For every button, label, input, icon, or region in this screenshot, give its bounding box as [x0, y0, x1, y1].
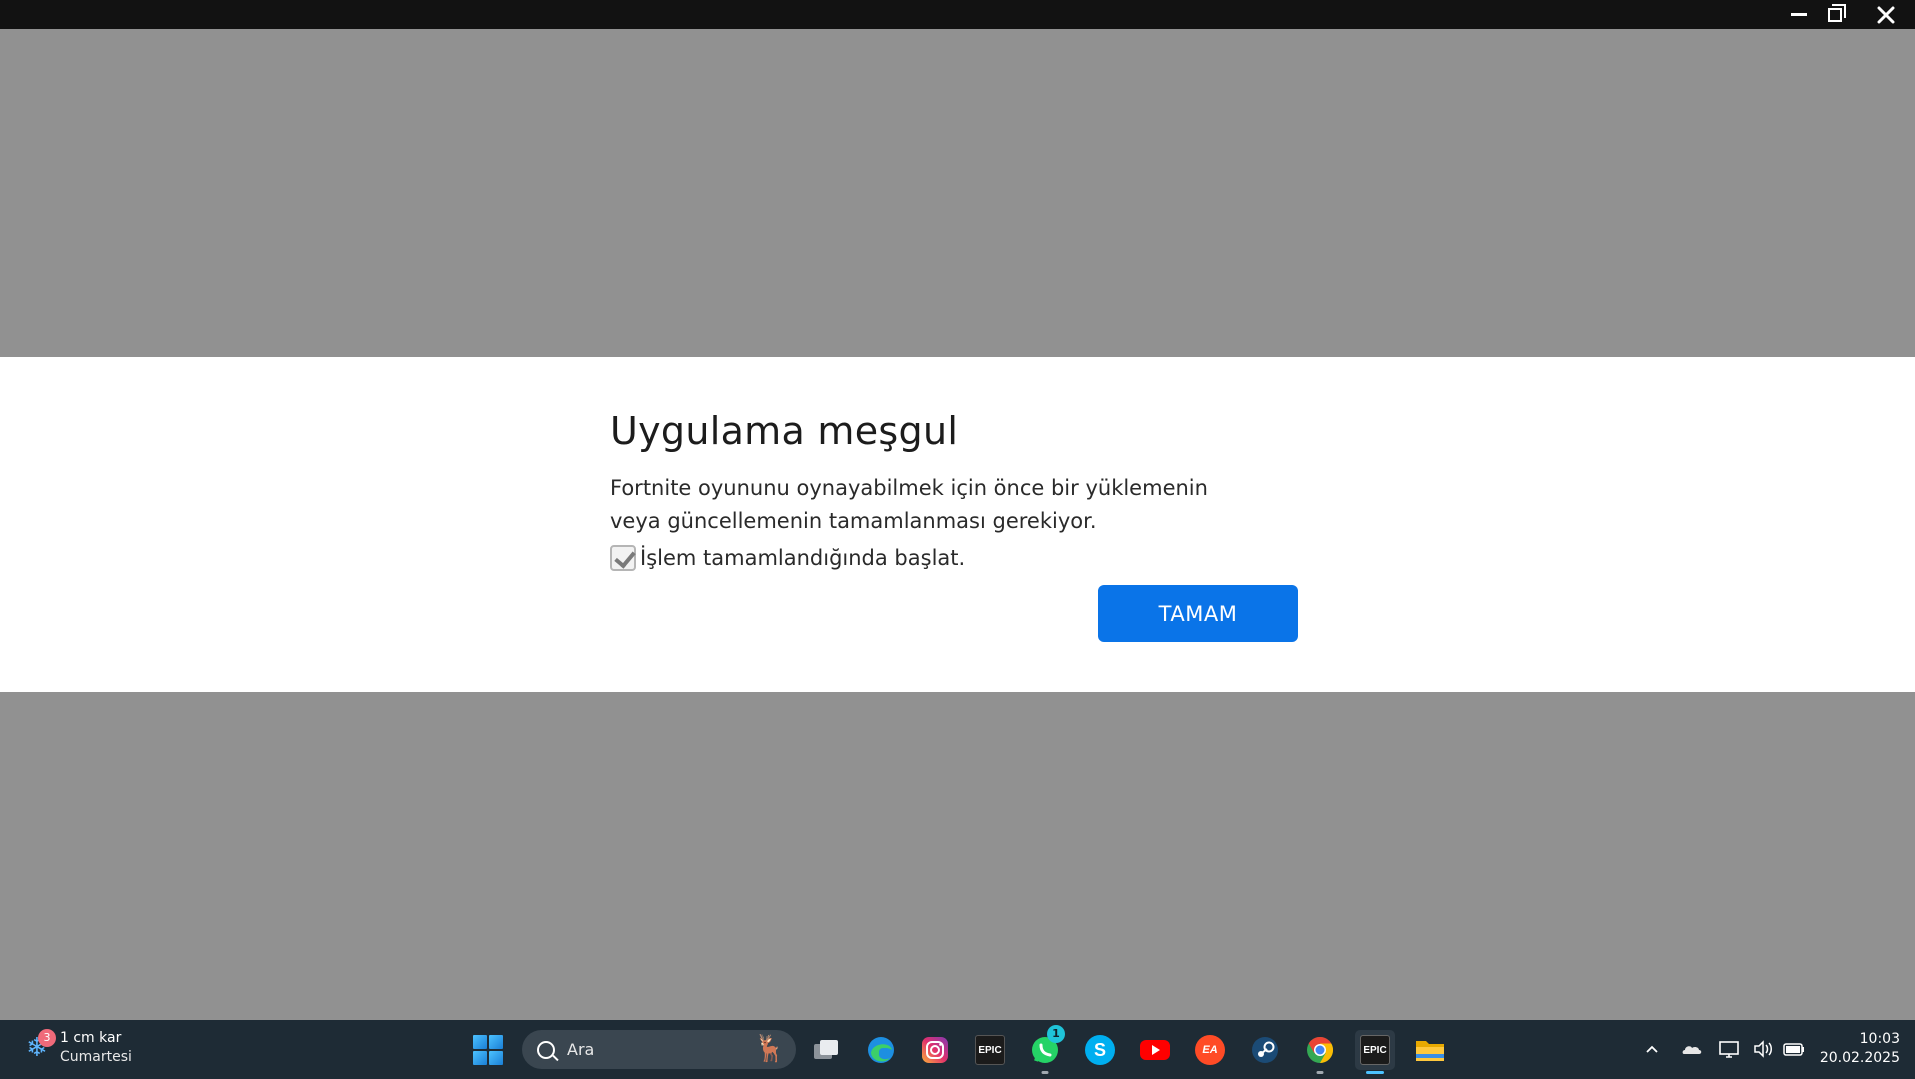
- restore-button[interactable]: [1817, 0, 1853, 29]
- chevron-up-icon: [1646, 1045, 1658, 1053]
- clock-time: 10:03: [1859, 1031, 1900, 1047]
- chrome-icon: [1307, 1036, 1334, 1064]
- launch-when-done-option[interactable]: İşlem tamamlandığında başlat.: [610, 545, 965, 571]
- close-button[interactable]: [1866, 0, 1906, 29]
- show-hidden-icons-button[interactable]: [1644, 1034, 1660, 1074]
- running-indicator: [1366, 1071, 1384, 1074]
- search-placeholder: Ara: [567, 1040, 595, 1059]
- taskbar-app-file-explorer[interactable]: [1410, 1030, 1450, 1070]
- youtube-icon: [1140, 1040, 1170, 1060]
- clock-date: 20.02.2025: [1819, 1050, 1900, 1066]
- start-button[interactable]: [473, 1035, 503, 1065]
- taskbar-app-skype[interactable]: S: [1080, 1030, 1120, 1070]
- taskbar-app-instagram[interactable]: [915, 1030, 955, 1070]
- weather-day: Cumartesi: [60, 1049, 132, 1065]
- app-busy-dialog: Uygulama meşgul Fortnite oyununu oynayab…: [0, 357, 1915, 692]
- onedrive-icon: [1682, 1046, 1702, 1054]
- edge-icon: [868, 1037, 894, 1063]
- windows-logo-icon: [473, 1035, 487, 1049]
- taskbar-app-epic-games[interactable]: EPIC: [970, 1030, 1010, 1070]
- task-view-button[interactable]: [806, 1030, 846, 1070]
- battery-button[interactable]: [1782, 1034, 1806, 1074]
- title-bar: [0, 0, 1915, 29]
- running-indicator: [1316, 1071, 1324, 1074]
- network-button[interactable]: [1718, 1034, 1740, 1074]
- skype-icon: S: [1085, 1035, 1115, 1065]
- search-icon: [537, 1040, 555, 1059]
- clock[interactable]: 10:03 20.02.2025: [1815, 1030, 1900, 1068]
- ea-icon: EA: [1195, 1035, 1225, 1065]
- launch-when-done-checkbox[interactable]: [610, 545, 636, 571]
- notification-badge: 1: [1047, 1025, 1065, 1043]
- taskbar-app-ea[interactable]: EA: [1190, 1030, 1230, 1070]
- restore-icon: [1828, 3, 1846, 22]
- taskbar-app-whatsapp[interactable]: 1: [1025, 1025, 1065, 1074]
- minimize-button[interactable]: [1781, 0, 1817, 29]
- taskbar-app-chrome[interactable]: [1300, 1030, 1340, 1074]
- dialog-title: Uygulama meşgul: [610, 409, 959, 453]
- volume-button[interactable]: [1752, 1034, 1774, 1074]
- taskbar-app-edge[interactable]: [861, 1030, 901, 1070]
- task-view-icon: [814, 1040, 838, 1059]
- deer-icon: 🦌: [753, 1034, 786, 1064]
- taskbar: ❄ 3 1 cm kar Cumartesi Ara 🦌 EPIC 1 S EA…: [0, 1020, 1915, 1079]
- taskbar-app-steam[interactable]: [1245, 1030, 1285, 1070]
- running-indicator: [1041, 1071, 1049, 1074]
- volume-icon: [1754, 1040, 1772, 1058]
- weather-widget[interactable]: ❄ 3 1 cm kar Cumartesi: [22, 1029, 132, 1067]
- dialog-message: Fortnite oyununu oynayabilmek için önce …: [610, 476, 1208, 533]
- taskbar-app-epic-games-active[interactable]: EPIC: [1355, 1030, 1395, 1074]
- folder-icon: [1416, 1041, 1444, 1061]
- ok-button[interactable]: TAMAM: [1098, 585, 1298, 642]
- instagram-icon: [922, 1037, 948, 1063]
- epic-games-icon: EPIC: [1360, 1035, 1390, 1065]
- snowflake-icon: ❄ 3: [22, 1029, 56, 1063]
- close-icon: [1877, 6, 1895, 23]
- onedrive-button[interactable]: [1681, 1034, 1703, 1074]
- notification-badge: 3: [38, 1029, 56, 1047]
- checkbox-label: İşlem tamamlandığında başlat.: [640, 546, 966, 570]
- battery-icon: [1783, 1043, 1804, 1056]
- network-icon: [1719, 1041, 1739, 1058]
- steam-icon: [1252, 1037, 1278, 1063]
- minimize-icon: [1791, 13, 1807, 16]
- taskbar-search[interactable]: Ara 🦌: [522, 1030, 796, 1069]
- weather-condition: 1 cm kar: [60, 1030, 122, 1046]
- taskbar-app-youtube[interactable]: [1135, 1030, 1175, 1070]
- epic-games-icon: EPIC: [975, 1035, 1005, 1065]
